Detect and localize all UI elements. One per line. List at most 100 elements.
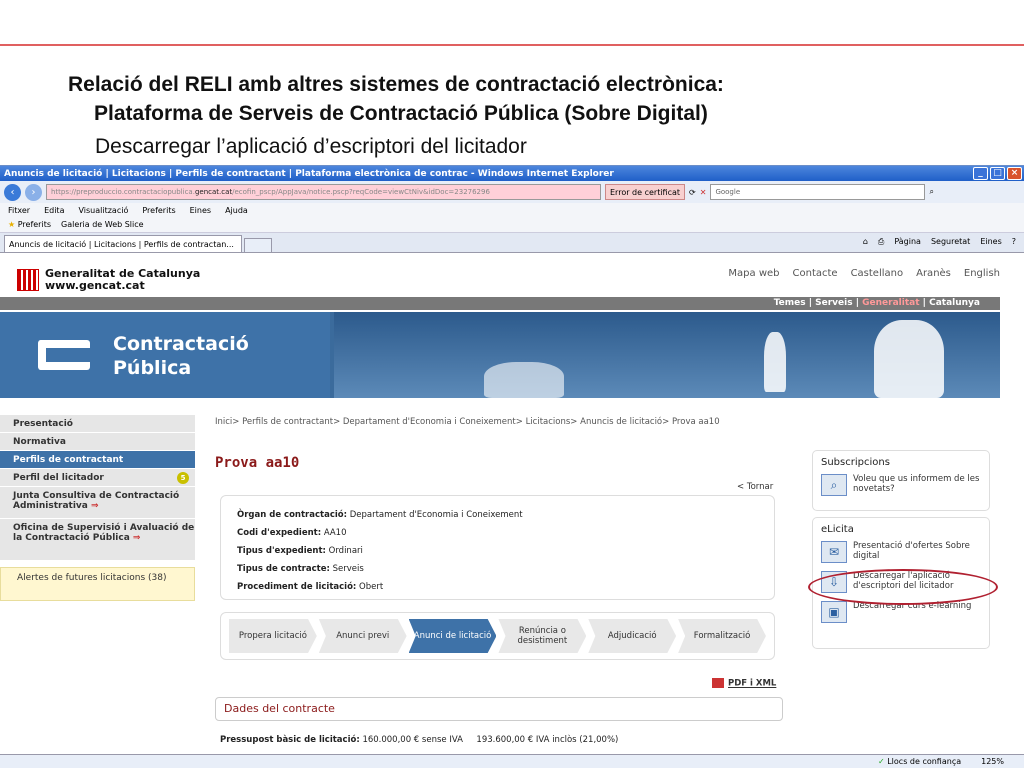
window-title: Anuncis de licitació | Licitacions | Per… (4, 168, 614, 179)
breadcrumb[interactable]: Inici> Perfils de contractant> Departame… (215, 417, 720, 427)
menu-favorites[interactable]: Preferits (142, 206, 175, 215)
back-button[interactable]: ‹ (4, 183, 21, 201)
forward-button[interactable]: › (25, 183, 42, 201)
favorites-button[interactable]: ★ Preferits (8, 220, 51, 229)
slide-title-line1: Relació del RELI amb altres sistemes de … (68, 73, 724, 96)
maximize-button[interactable]: □ (990, 167, 1005, 180)
search-icon: ⌕ (821, 474, 847, 496)
cert-error-badge[interactable]: Error de certificat (605, 184, 686, 200)
info-value: AA10 (323, 528, 347, 538)
search-icon[interactable]: ⌕ (929, 187, 933, 197)
sidebar-item-perfil-licitador[interactable]: Perfil del licitador 5 (0, 469, 195, 487)
print-icon[interactable]: ⎙ (878, 237, 884, 247)
pdf-xml-link[interactable]: PDF i XML (712, 678, 776, 689)
close-button[interactable]: × (1007, 167, 1022, 180)
info-value: Serveis (332, 564, 364, 574)
banner-left: Contractació Pública (0, 312, 330, 398)
bar-generalitat[interactable]: Generalitat (862, 298, 919, 308)
bar-serveis[interactable]: Serveis (815, 298, 852, 308)
link-aranes[interactable]: Aranès (916, 268, 951, 279)
info-box: Òrgan de contractació: Departament d'Eco… (220, 495, 775, 600)
monitor-icon: ▣ (821, 601, 847, 623)
info-row: Tipus de contracte: Serveis (237, 560, 758, 578)
url-prefix: https://preproduccio.contractaciopublica… (51, 188, 195, 196)
procedure-steps: Propera licitació Anunci previ Anunci de… (220, 612, 775, 660)
favorites-label: Preferits (17, 220, 51, 229)
sidebar-item-oficina[interactable]: Oficina de Supervisió i Avaluació de la … (0, 519, 195, 561)
status-trust: ✓ Llocs de confiança (878, 757, 961, 766)
step-formalitzacio[interactable]: Formalització (678, 619, 766, 653)
link-contacte[interactable]: Contacte (793, 268, 838, 279)
pressupost-value: 160.000,00 € sense IVA 193.600,00 € IVA … (362, 735, 619, 745)
new-tab-button[interactable] (244, 238, 272, 252)
info-label: Codi d'expedient: (237, 528, 322, 538)
senyera-icon (17, 269, 39, 291)
stop-icon[interactable]: ✕ (700, 188, 707, 197)
step-adjudicacio[interactable]: Adjudicació (588, 619, 677, 653)
bar-catalunya[interactable]: Catalunya (929, 298, 980, 308)
web-page: Generalitat de Catalunya www.gencat.cat M… (0, 255, 1024, 768)
tool-page[interactable]: Pàgina (894, 237, 921, 247)
search-input[interactable]: Google (710, 184, 926, 200)
slide-title-line2: Plataforma de Serveis de Contractació Pú… (94, 102, 708, 125)
external-link-icon: ⇒ (91, 501, 99, 511)
menu-view[interactable]: Visualització (78, 206, 128, 215)
bar-temes[interactable]: Temes (774, 298, 806, 308)
banner-line2: Pública (113, 357, 192, 379)
sidebar-item-junta[interactable]: Junta Consultiva de Contractació Adminis… (0, 487, 195, 519)
menu-file[interactable]: Fitxer (8, 206, 30, 215)
refresh-icon[interactable]: ⟳ (689, 188, 696, 197)
tab-active[interactable]: Anuncis de licitació | Licitacions | Per… (4, 235, 242, 252)
menu-bar: Fitxer Edita Visualització Preferits Ein… (0, 203, 1024, 217)
zoom-control[interactable]: 125% (981, 757, 1004, 766)
sidebar-item-perfils[interactable]: Perfils de contractant (0, 451, 195, 469)
help-icon[interactable]: ? (1012, 237, 1016, 247)
info-row: Codi d'expedient: AA10 (237, 524, 758, 542)
link-mapa-web[interactable]: Mapa web (728, 268, 779, 279)
window-titlebar: Anuncis de licitació | Licitacions | Per… (0, 166, 1024, 181)
info-label: Òrgan de contractació: (237, 510, 348, 520)
status-trust-label: Llocs de confiança (887, 757, 962, 766)
url-domain: gencat.cat (194, 188, 233, 196)
elicita-item-ofertes[interactable]: ✉ Presentació d'ofertes Sobre digital (821, 541, 981, 563)
tool-security[interactable]: Seguretat (931, 237, 970, 247)
sidebar: Presentació Normativa Perfils de contrac… (0, 415, 195, 601)
menu-edit[interactable]: Edita (44, 206, 64, 215)
banner-line1: Contractació (113, 333, 249, 355)
home-icon[interactable]: ⌂ (863, 237, 868, 247)
section-bar: Temes | Serveis | Generalitat | Cataluny… (0, 297, 1000, 310)
info-row: Procediment de licitació: Obert (237, 578, 758, 596)
link-castellano[interactable]: Castellano (851, 268, 904, 279)
subscriptions-box: Subscripcions ⌕ Voleu que us informem de … (812, 450, 990, 511)
step-anunci-previ[interactable]: Anunci previ (318, 619, 407, 653)
alerts-box[interactable]: Alertes de futures licitacions (38) (0, 567, 195, 601)
gencat-logo[interactable]: Generalitat de Catalunya www.gencat.cat (17, 268, 200, 292)
step-anunci-licitacio[interactable]: Anunci de licitació (408, 619, 497, 653)
subs-item-label: Voleu que us informem de les novetats? (853, 474, 980, 494)
banner: Contractació Pública (0, 312, 1000, 398)
favorites-bar: ★ Preferits Galeria de Web Slice (0, 217, 1024, 233)
minimize-button[interactable]: _ (973, 167, 988, 180)
sidebar-item-presentacio[interactable]: Presentació (0, 415, 195, 433)
web-slice-gallery[interactable]: Galeria de Web Slice (61, 220, 144, 229)
step-renuncia[interactable]: Renúncia o desistiment (498, 619, 587, 653)
menu-tools[interactable]: Eines (190, 206, 211, 215)
url-field[interactable]: https://preproduccio.contractaciopublica… (46, 184, 601, 200)
star-icon: ★ (8, 220, 16, 229)
sidebar-item-normativa[interactable]: Normativa (0, 433, 195, 451)
link-english[interactable]: English (964, 268, 1000, 279)
slide-subtitle: Descarregar l’aplicació d’escriptori del… (95, 135, 527, 158)
highlight-circle (808, 569, 998, 605)
subs-item[interactable]: ⌕ Voleu que us informem de les novetats? (821, 474, 981, 496)
step-propera[interactable]: Propera licitació (229, 619, 317, 653)
back-link[interactable]: < Tornar (737, 482, 773, 492)
elicita-item-label: Presentació d'ofertes Sobre digital (853, 541, 970, 561)
dades-contracte-header: Dades del contracte (215, 697, 783, 721)
info-label: Tipus d'expedient: (237, 546, 326, 556)
status-bar: ✓ Llocs de confiança 125% (0, 754, 1024, 768)
external-link-icon: ⇒ (132, 533, 141, 543)
menu-help[interactable]: Ajuda (225, 206, 248, 215)
contractacio-logo-icon (38, 340, 90, 370)
pressupost-label: Pressupost bàsic de licitació: (220, 735, 360, 745)
tool-tools[interactable]: Eines (980, 237, 1001, 247)
